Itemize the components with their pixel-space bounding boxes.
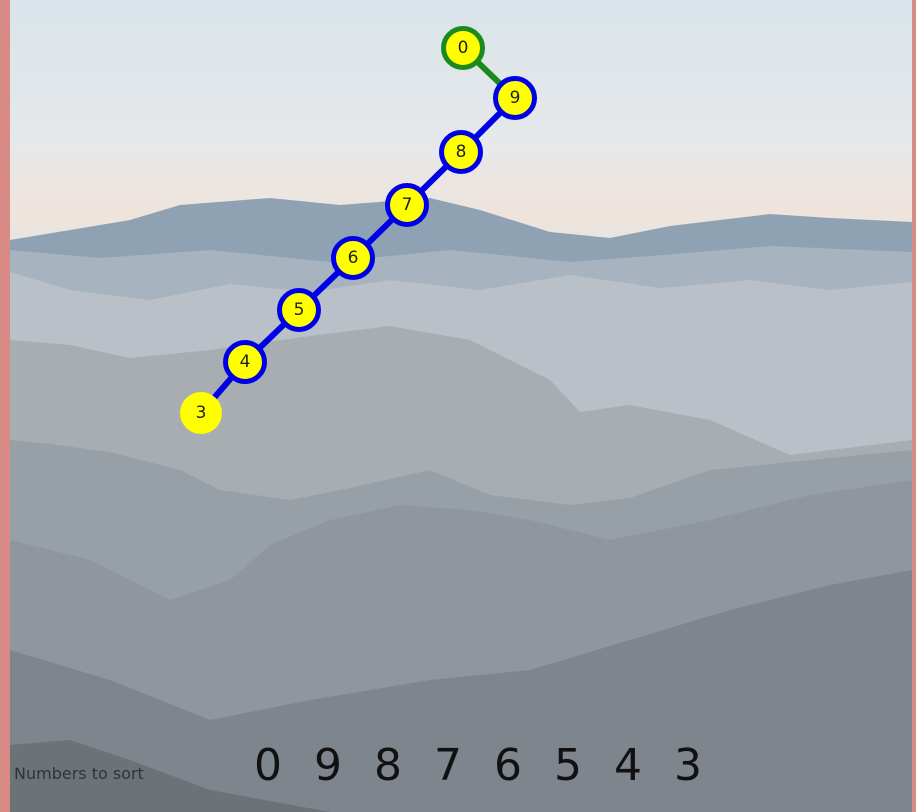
sort-number-4: 4 [614,740,642,791]
sort-number-8: 8 [374,740,402,791]
number-node-5[interactable]: 5 [277,288,321,332]
sort-number-9: 9 [314,740,342,791]
number-node-4[interactable]: 4 [223,340,267,384]
number-node-0[interactable]: 0 [441,26,485,70]
numbers-to-sort-label: Numbers to sort [14,764,144,783]
number-node-3[interactable]: 3 [180,392,222,434]
sort-number-5: 5 [554,740,582,791]
node-layer: 09876543 [10,0,912,812]
number-node-7[interactable]: 7 [385,183,429,227]
number-node-9[interactable]: 9 [493,76,537,120]
sort-number-7: 7 [434,740,462,791]
number-node-6[interactable]: 6 [331,236,375,280]
numbers-to-sort-row: 09876543 [238,738,718,794]
number-node-8[interactable]: 8 [439,130,483,174]
sort-number-3: 3 [674,740,702,791]
sort-number-0: 0 [254,740,282,791]
sort-number-6: 6 [494,740,522,791]
game-board: 09876543 Numbers to sort 09876543 [10,0,912,812]
